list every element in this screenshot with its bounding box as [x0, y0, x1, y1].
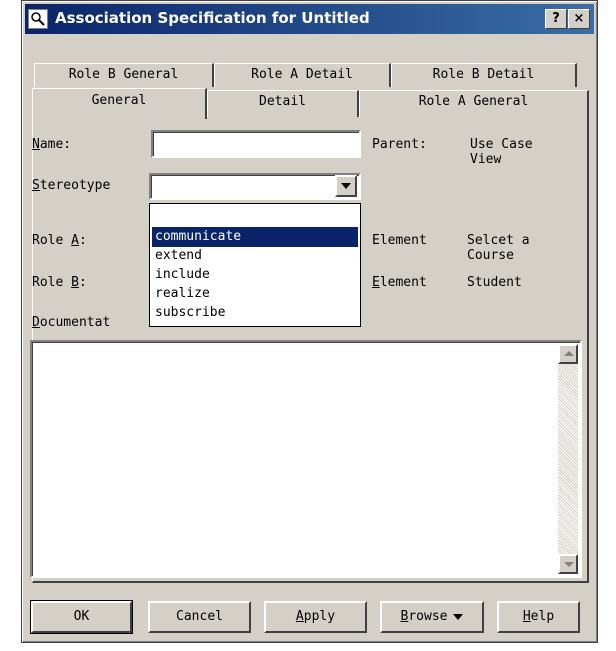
chevron-down-icon [453, 613, 464, 620]
chevron-down-icon [341, 183, 351, 189]
dropdown-item-realize[interactable]: realize [152, 284, 358, 304]
stereotype-dropdown-button[interactable] [335, 175, 357, 197]
documentation-label: Documentat [32, 315, 111, 330]
browse-button[interactable]: Browse [380, 601, 484, 633]
scroll-down-button[interactable] [558, 554, 578, 574]
stereotype-dropdown-list[interactable]: communicate extend include realize subsc… [149, 203, 361, 327]
parent-label: Parent: [372, 137, 427, 152]
role-a-label: Role A: [32, 233, 87, 248]
dropdown-item-extend[interactable]: extend [152, 246, 358, 266]
dropdown-item-subscribe[interactable]: subscribe [152, 303, 358, 323]
documentation-textarea[interactable] [30, 340, 582, 578]
role-b-label: Role B: [32, 275, 87, 290]
apply-button[interactable]: Apply [264, 601, 367, 633]
dropdown-item-include[interactable]: include [152, 265, 358, 285]
arrow-up-icon [564, 351, 574, 356]
stereotype-label: Stereotype [32, 178, 111, 193]
role-b-element-value: Student [467, 275, 522, 290]
arrow-down-icon [564, 562, 574, 567]
scroll-up-button[interactable] [558, 344, 578, 364]
dropdown-item-communicate[interactable]: communicate [152, 227, 358, 247]
role-a-element-label: Element [372, 233, 427, 248]
cancel-button[interactable]: Cancel [148, 601, 251, 633]
role-a-element-value: Selcet a Course [467, 233, 530, 263]
name-input[interactable] [151, 130, 361, 158]
dropdown-item-empty[interactable] [152, 206, 358, 226]
documentation-scrollbar[interactable] [558, 344, 578, 574]
role-b-element-label: Element [372, 275, 427, 290]
stereotype-combobox[interactable] [149, 173, 361, 200]
name-label: Name: [32, 137, 72, 152]
parent-value: Use Case View [470, 137, 533, 167]
ok-button[interactable]: OK [30, 600, 133, 634]
help-button[interactable]: Help [497, 601, 580, 633]
